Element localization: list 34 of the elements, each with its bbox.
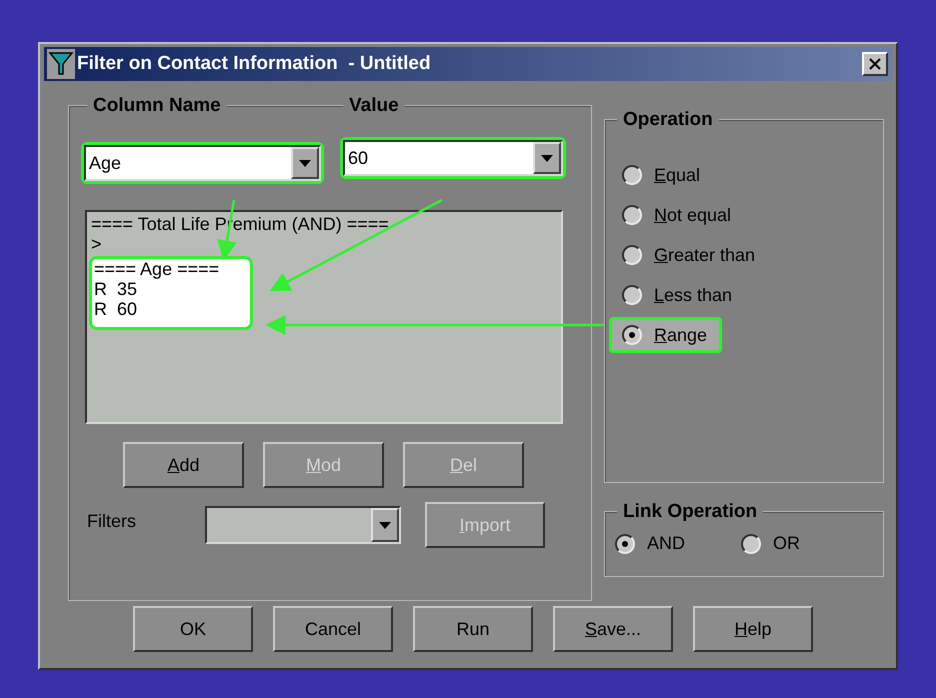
close-button[interactable] (862, 52, 888, 76)
dialog-button[interactable]: Run (413, 606, 533, 652)
funnel-icon (47, 49, 75, 79)
dialog-button[interactable]: OK (133, 606, 253, 652)
radio-button[interactable] (622, 165, 642, 185)
radio-button[interactable] (615, 534, 635, 554)
radio-button[interactable] (622, 325, 642, 345)
radio-button[interactable] (622, 245, 642, 265)
dropdown-arrow-icon (299, 160, 311, 166)
filters-label: Filters (87, 510, 137, 532)
dropdown-arrow-icon (379, 522, 391, 528)
window-title: Filter on Contact Information - Untitled (77, 52, 431, 76)
dialog-button[interactable]: Help (693, 606, 813, 652)
dialog-button[interactable]: Cancel (273, 606, 393, 652)
radio-label[interactable]: Greater than (654, 242, 756, 268)
radio-button[interactable] (741, 534, 762, 554)
radio-label[interactable]: Range (654, 322, 708, 348)
radio-label[interactable]: AND (647, 530, 686, 557)
condition-line[interactable]: ==== Age ==== (94, 259, 250, 279)
column-dropdown[interactable]: Age (84, 145, 321, 181)
condition-line[interactable]: R 60 (94, 299, 250, 319)
dropdown-arrow-icon (541, 154, 553, 162)
list-button[interactable]: Add (123, 442, 244, 488)
close-icon (869, 58, 881, 70)
condition-line[interactable]: > (91, 234, 561, 254)
radio-label[interactable]: OR (773, 530, 800, 557)
radio-button[interactable] (622, 205, 642, 225)
condition-line[interactable]: R 35 (94, 279, 250, 299)
radio-label[interactable]: Less than (654, 282, 732, 308)
radio-label[interactable]: Equal (654, 162, 700, 188)
radio-label[interactable]: Not equal (654, 202, 732, 228)
value-dropdown[interactable]: 60 (343, 140, 563, 176)
dialog-button[interactable]: Save... (553, 606, 673, 652)
radio-button[interactable] (622, 285, 642, 305)
